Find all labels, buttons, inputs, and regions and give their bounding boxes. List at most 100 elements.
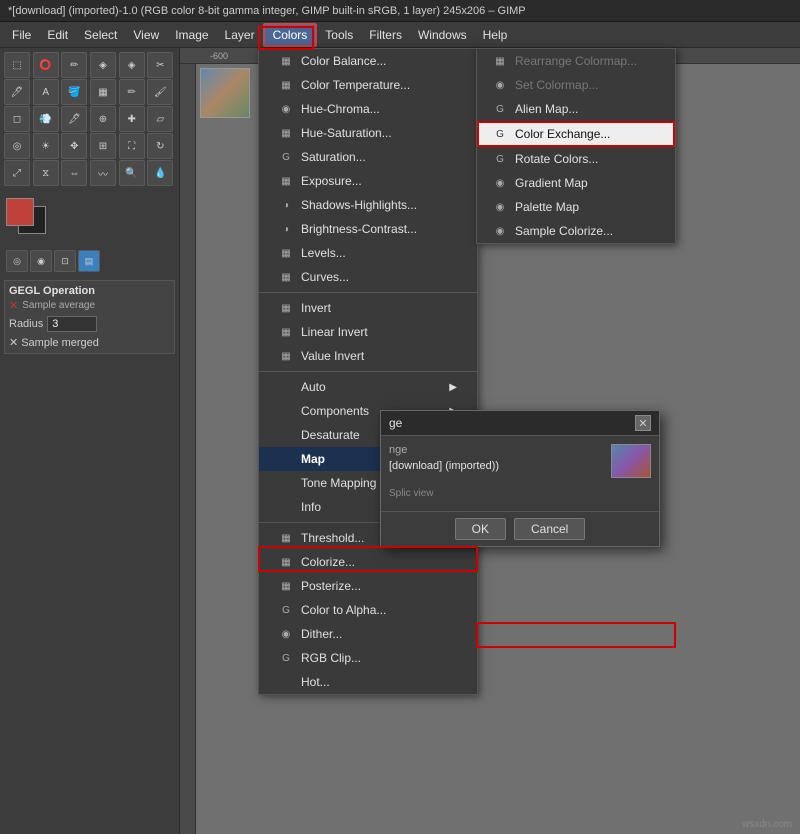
menu-view[interactable]: View xyxy=(125,25,167,45)
hue-sat-icon: ▦ xyxy=(279,126,293,140)
tool-fuzzy-select[interactable]: ◈ xyxy=(90,52,116,78)
color-alpha-icon: G xyxy=(279,603,293,617)
gegl-section: GEGL Operation ✕ Sample average Radius ✕… xyxy=(4,280,175,354)
tool-shear[interactable]: ⧖ xyxy=(33,160,59,186)
tool-text[interactable]: A xyxy=(33,79,59,105)
tool-blur[interactable]: ◎ xyxy=(4,133,30,159)
tool-rotate[interactable]: ↻ xyxy=(147,133,173,159)
menu-hue-chroma[interactable]: ◉ Hue-Chroma... xyxy=(259,97,477,121)
set-colormap-icon: ◉ xyxy=(493,78,507,92)
menu-value-invert[interactable]: ▦ Value Invert xyxy=(259,344,477,368)
dialog-preview-label: Splic view xyxy=(389,488,651,499)
tool-pencil[interactable]: ✏ xyxy=(119,79,145,105)
menu-color-temperature[interactable]: ▦ Color Temperature... xyxy=(259,73,477,97)
menu-saturation[interactable]: G Saturation... xyxy=(259,145,477,169)
rgb-clip-icon: G xyxy=(279,651,293,665)
tool-color-picker[interactable]: 💧 xyxy=(147,160,173,186)
gegl-sample-merged[interactable]: ✕ Sample merged xyxy=(9,336,170,349)
submenu-palette-map[interactable]: ◉ Palette Map xyxy=(477,195,675,219)
tool-ink[interactable]: 🖋 xyxy=(61,106,87,132)
tool-heal[interactable]: ✚ xyxy=(119,106,145,132)
tool-scale[interactable]: ⤢ xyxy=(4,160,30,186)
tool-extra1[interactable]: ◎ xyxy=(6,250,28,272)
tool-paintbrush[interactable]: 🖌 xyxy=(147,79,173,105)
tool-free-select[interactable]: ✏ xyxy=(61,52,87,78)
threshold-icon: ▦ xyxy=(279,531,293,545)
menu-colors[interactable]: Colors xyxy=(263,23,318,47)
menu-shadows-highlights[interactable]: ◑ Shadows-Highlights... xyxy=(259,193,477,217)
sample-colorize-icon: ◉ xyxy=(493,224,507,238)
menu-layer[interactable]: Layer xyxy=(217,25,263,45)
canvas-thumbnail xyxy=(200,68,250,118)
menu-help[interactable]: Help xyxy=(475,25,516,45)
dialog-cancel-btn[interactable]: Cancel xyxy=(514,518,585,540)
tool-path[interactable]: 🖊 xyxy=(4,79,30,105)
color-temp-icon: ▦ xyxy=(279,78,293,92)
submenu-color-exchange[interactable]: G Color Exchange... xyxy=(477,121,675,147)
menu-file[interactable]: File xyxy=(4,25,39,45)
tool-move[interactable]: ✥ xyxy=(61,133,87,159)
tool-rect-select[interactable]: ⬚ xyxy=(4,52,30,78)
tool-clone[interactable]: ⊕ xyxy=(90,106,116,132)
tool-eraser[interactable]: ◻ xyxy=(4,106,30,132)
menu-dither[interactable]: ◉ Dither... xyxy=(259,622,477,646)
submenu-rearrange-colormap: ▦ Rearrange Colormap... xyxy=(477,49,675,73)
menu-levels[interactable]: ▦ Levels... xyxy=(259,241,477,265)
tool-gradient[interactable]: ▦ xyxy=(90,79,116,105)
tool-crop[interactable]: ⛶ xyxy=(119,133,145,159)
tool-extra2[interactable]: ◉ xyxy=(30,250,52,272)
submenu-gradient-map[interactable]: ◉ Gradient Map xyxy=(477,171,675,195)
tool-align[interactable]: ⊞ xyxy=(90,133,116,159)
submenu-sample-colorize[interactable]: ◉ Sample Colorize... xyxy=(477,219,675,243)
tool-warp[interactable]: 〰 xyxy=(90,160,116,186)
gegl-title: GEGL Operation xyxy=(9,285,170,297)
tool-dodge[interactable]: ☀ xyxy=(33,133,59,159)
menu-windows[interactable]: Windows xyxy=(410,25,475,45)
menu-tools[interactable]: Tools xyxy=(317,25,361,45)
brightness-icon: ◑ xyxy=(279,222,293,236)
menu-rgb-clip[interactable]: G RGB Clip... xyxy=(259,646,477,670)
map-submenu: ▦ Rearrange Colormap... ◉ Set Colormap..… xyxy=(476,48,676,244)
tool-perspective[interactable]: ▱ xyxy=(147,106,173,132)
tool-airbrush[interactable]: 💨 xyxy=(33,106,59,132)
ruler-vertical xyxy=(180,64,196,834)
tool-scissors[interactable]: ✂ xyxy=(147,52,173,78)
menu-brightness-contrast[interactable]: ◑ Brightness-Contrast... xyxy=(259,217,477,241)
menu-linear-invert[interactable]: ▦ Linear Invert xyxy=(259,320,477,344)
tool-extra4[interactable]: ▤ xyxy=(78,250,100,272)
menu-color-balance[interactable]: ▦ Color Balance... xyxy=(259,49,477,73)
menu-exposure[interactable]: ▦ Exposure... xyxy=(259,169,477,193)
menu-filters[interactable]: Filters xyxy=(361,25,410,45)
menu-hue-saturation[interactable]: ▦ Hue-Saturation... xyxy=(259,121,477,145)
dialog-ok-btn[interactable]: OK xyxy=(455,518,506,540)
dialog-image-label: nge xyxy=(389,444,499,456)
gegl-radius-row: Radius xyxy=(9,316,170,332)
menu-auto[interactable]: Auto ▶ xyxy=(259,375,477,399)
tool-extra3[interactable]: ⊡ xyxy=(54,250,76,272)
submenu-set-colormap: ◉ Set Colormap... xyxy=(477,73,675,97)
submenu-alien-map[interactable]: G Alien Map... xyxy=(477,97,675,121)
dialog-close-btn[interactable]: ✕ xyxy=(635,415,651,431)
menu-edit[interactable]: Edit xyxy=(39,25,76,45)
dither-icon: ◉ xyxy=(279,627,293,641)
menu-posterize[interactable]: ▦ Posterize... xyxy=(259,574,477,598)
menu-colorize[interactable]: ▦ Colorize... xyxy=(259,550,477,574)
tool-select-by-color[interactable]: ◈ xyxy=(119,52,145,78)
tool-bucket-fill[interactable]: 🪣 xyxy=(61,79,87,105)
tool-zoom[interactable]: 🔍 xyxy=(119,160,145,186)
tool-flip[interactable]: ⇔ xyxy=(61,160,87,186)
menu-image[interactable]: Image xyxy=(167,25,216,45)
exposure-icon: ▦ xyxy=(279,174,293,188)
submenu-rotate-colors[interactable]: G Rotate Colors... xyxy=(477,147,675,171)
foreground-color-swatch[interactable] xyxy=(6,198,34,226)
tool-ellipse-select[interactable]: ⭕ xyxy=(33,52,59,78)
dialog-body: nge [download] (imported)) Splic view xyxy=(381,436,659,511)
menu-curves[interactable]: ▦ Curves... xyxy=(259,265,477,289)
toolbox-icons: ⬚ ⭕ ✏ ◈ ◈ ✂ 🖊 A 🪣 ▦ ✏ 🖌 ◻ 💨 🖋 ⊕ ✚ ▱ ◎ ☀ … xyxy=(4,52,175,186)
menu-invert[interactable]: ▦ Invert xyxy=(259,296,477,320)
posterize-icon: ▦ xyxy=(279,579,293,593)
gegl-radius-input[interactable] xyxy=(47,316,97,332)
menu-select[interactable]: Select xyxy=(76,25,125,45)
menu-color-to-alpha[interactable]: G Color to Alpha... xyxy=(259,598,477,622)
menu-hot[interactable]: Hot... xyxy=(259,670,477,694)
